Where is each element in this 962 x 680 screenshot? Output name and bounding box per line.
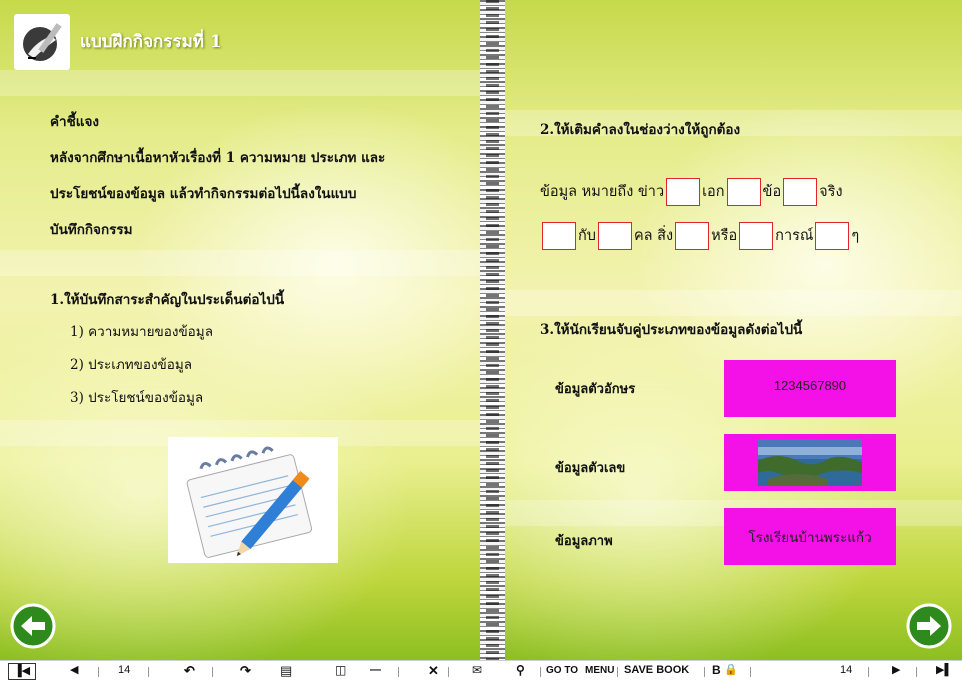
divider	[916, 667, 917, 677]
q2-heading: 2.ให้เติมคำลงในช่องว่างให้ถูกต้อง	[540, 122, 741, 138]
divider	[540, 667, 541, 677]
blank-box[interactable]	[542, 222, 576, 250]
writing-hand-icon	[14, 14, 70, 70]
fill-text: เอก	[702, 184, 725, 200]
landscape-photo	[758, 439, 862, 486]
zoom-out-icon[interactable]: —	[370, 663, 381, 678]
divider	[868, 667, 869, 677]
divider	[704, 667, 705, 677]
fill-text: การณ์	[775, 228, 814, 244]
bottom-toolbar: ▐◀ ◀ 14 ↶ ↷ ▤ ◫ — ✕ ✉ ⚲ GO TO MENU SAVE …	[0, 660, 962, 680]
next-icon[interactable]: ▶	[892, 663, 900, 678]
blank-box[interactable]	[739, 222, 774, 250]
page-number-left[interactable]: 14	[118, 663, 130, 678]
match-label-text: ข้อมูลตัวอักษร	[555, 382, 636, 397]
instructions-heading: คำชี้แจง	[50, 114, 99, 130]
last-page-icon[interactable]: ▶▌	[936, 663, 952, 678]
lock-icon[interactable]: 🔒	[724, 663, 738, 678]
blank-box[interactable]	[815, 222, 850, 250]
divider	[750, 667, 751, 677]
instructions-line: ประโยชน์ของข้อมูล แล้วทำกิจกรรมต่อไปนี้ล…	[50, 186, 357, 202]
q3-heading: 3.ให้นักเรียนจับคู่ประเภทของข้อมูลดังต่อ…	[540, 322, 803, 338]
divider	[212, 667, 213, 677]
first-page-icon[interactable]: ▐◀	[8, 663, 36, 680]
match-label-number: ข้อมูลตัวเลข	[555, 461, 626, 476]
previous-page-button[interactable]	[10, 603, 56, 649]
notepad-pencil-image	[168, 437, 338, 563]
close-icon[interactable]: ✕	[428, 663, 439, 678]
divider	[98, 667, 99, 677]
blank-box[interactable]	[597, 222, 632, 250]
blank-box[interactable]	[726, 178, 761, 206]
instructions-line: หลังจากศึกษาเนื้อหาหัวเรื่องที่ 1 ความหม…	[50, 150, 386, 166]
match-box-school[interactable]: โรงเรียนบ้านพระแก้ว	[724, 508, 896, 565]
bookmark-button[interactable]: B	[712, 663, 721, 678]
page-title: แบบฝึกกิจกรรมที่ 1	[80, 32, 222, 52]
page-icon[interactable]: ◫	[335, 663, 346, 678]
redo-icon[interactable]: ↷	[240, 663, 251, 678]
q1-heading: 1.ให้บันทึกสาระสำคัญในประเด็นต่อไปนี้	[50, 292, 285, 308]
fill-text: ๆ	[851, 228, 860, 244]
decor-band	[0, 70, 480, 96]
fill-text: จริง	[819, 184, 843, 200]
book-spine	[480, 0, 505, 660]
match-box-numbers[interactable]: 1234567890	[724, 360, 896, 417]
menu-button[interactable]: MENU	[585, 663, 614, 678]
blank-box[interactable]	[675, 222, 710, 250]
save-book-button[interactable]: SAVE BOOK	[624, 663, 689, 678]
page-number-right[interactable]: 14	[840, 663, 852, 678]
fill-text: คล สิ่ง	[633, 228, 674, 244]
previous-icon[interactable]: ◀	[70, 663, 78, 678]
fill-text: กับ	[578, 228, 596, 244]
blank-box[interactable]	[666, 178, 701, 206]
goto-button[interactable]: GO TO	[546, 663, 578, 678]
decor-band	[505, 290, 962, 316]
divider	[398, 667, 399, 677]
divider	[617, 667, 618, 677]
divider	[448, 667, 449, 677]
email-icon[interactable]: ✉	[472, 663, 482, 678]
undo-icon[interactable]: ↶	[184, 663, 195, 678]
q1-item: 3) ประโยชน์ของข้อมูล	[70, 390, 204, 406]
blank-box[interactable]	[783, 178, 818, 206]
q1-item: 1) ความหมายของข้อมูล	[70, 324, 213, 340]
decor-band	[0, 250, 480, 276]
search-icon[interactable]: ⚲	[516, 663, 525, 678]
match-label-image: ข้อมูลภาพ	[555, 534, 613, 549]
divider	[148, 667, 149, 677]
print-icon[interactable]: ▤	[280, 663, 292, 678]
fill-text: ข้อ	[762, 184, 782, 200]
match-box-text: โรงเรียนบ้านพระแก้ว	[748, 530, 872, 546]
next-page-button[interactable]	[906, 603, 952, 649]
fill-blank-line-1: ข้อมูล หมายถึง ข่าว เอก ข้อ จริง	[540, 178, 843, 206]
instructions-line: บันทึกกิจกรรม	[50, 222, 133, 238]
fill-blank-line-2: กับ คล สิ่ง หรือ การณ์ ๆ	[540, 222, 859, 250]
match-box-text: 1234567890	[773, 378, 847, 393]
fill-text: หรือ	[711, 228, 738, 244]
fill-text: ข้อมูล หมายถึง ข่าว	[540, 184, 665, 200]
q1-item: 2) ประเภทของข้อมูล	[70, 357, 193, 373]
match-box-photo[interactable]	[724, 434, 896, 491]
